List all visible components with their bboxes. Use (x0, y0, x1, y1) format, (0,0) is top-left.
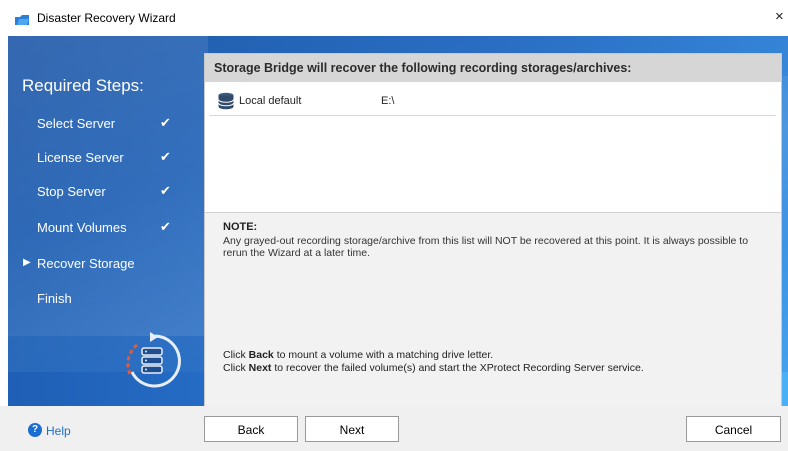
database-icon (218, 92, 234, 110)
next-button[interactable]: Next (305, 416, 399, 442)
note-body: Any grayed-out recording storage/archive… (223, 235, 749, 259)
step-select-server: Select Server ✔ (8, 112, 188, 134)
hint-prefix: Click (223, 362, 246, 374)
note-title: NOTE: (223, 221, 258, 233)
step-label: Mount Volumes (37, 220, 127, 235)
title-bar: Disaster Recovery Wizard × (0, 0, 788, 36)
step-license-server: License Server ✔ (8, 146, 188, 168)
check-icon: ✔ (160, 219, 171, 234)
close-icon[interactable]: × (775, 8, 784, 25)
check-icon: ✔ (160, 115, 171, 130)
step-mount-volumes: Mount Volumes ✔ (8, 216, 188, 238)
step-stop-server: Stop Server ✔ (8, 180, 188, 202)
recovery-panel: Storage Bridge will recover the followin… (204, 53, 782, 406)
panel-header-text: Storage Bridge will recover the followin… (214, 61, 632, 75)
storage-name: Local default (239, 95, 302, 107)
help-label: Help (46, 424, 71, 438)
storage-list: Local default E:\ (205, 82, 781, 212)
list-item[interactable]: Local default E:\ (209, 87, 776, 116)
hint-key-back: Back (248, 349, 274, 361)
hint-prefix: Click (223, 349, 246, 361)
wizard-footer: ? Help Back Next Cancel (0, 406, 788, 451)
hint-back: Click Back to mount a volume with a matc… (223, 349, 493, 361)
step-label: Recover Storage (37, 256, 135, 271)
note-section: NOTE: Any grayed-out recording storage/a… (205, 212, 781, 406)
step-label: Select Server (37, 116, 116, 131)
panel-header: Storage Bridge will recover the followin… (205, 54, 781, 82)
step-label: Stop Server (37, 184, 106, 199)
step-label: License Server (37, 150, 124, 165)
step-label: Finish (37, 291, 72, 306)
wizard-body: Required Steps: Select Server ✔ License … (8, 36, 788, 406)
help-icon: ? (28, 423, 42, 437)
back-button[interactable]: Back (204, 416, 298, 442)
check-icon: ✔ (160, 183, 171, 198)
step-recover-storage: ▶ Recover Storage (8, 252, 188, 274)
window-title: Disaster Recovery Wizard (37, 11, 176, 25)
hint-key-next: Next (248, 362, 272, 374)
hint-next: Click Next to recover the failed volume(… (223, 362, 644, 374)
check-icon: ✔ (160, 149, 171, 164)
cancel-button[interactable]: Cancel (686, 416, 781, 442)
hint-suffix: to recover the failed volume(s) and star… (271, 362, 644, 374)
app-icon (15, 15, 29, 25)
steps-title: Required Steps: (22, 76, 144, 95)
step-finish: Finish (8, 287, 188, 309)
hint-suffix: to mount a volume with a matching drive … (273, 349, 494, 361)
current-step-arrow-icon: ▶ (23, 257, 31, 268)
storage-recovery-icon (126, 332, 181, 388)
storage-drive: E:\ (381, 95, 395, 107)
